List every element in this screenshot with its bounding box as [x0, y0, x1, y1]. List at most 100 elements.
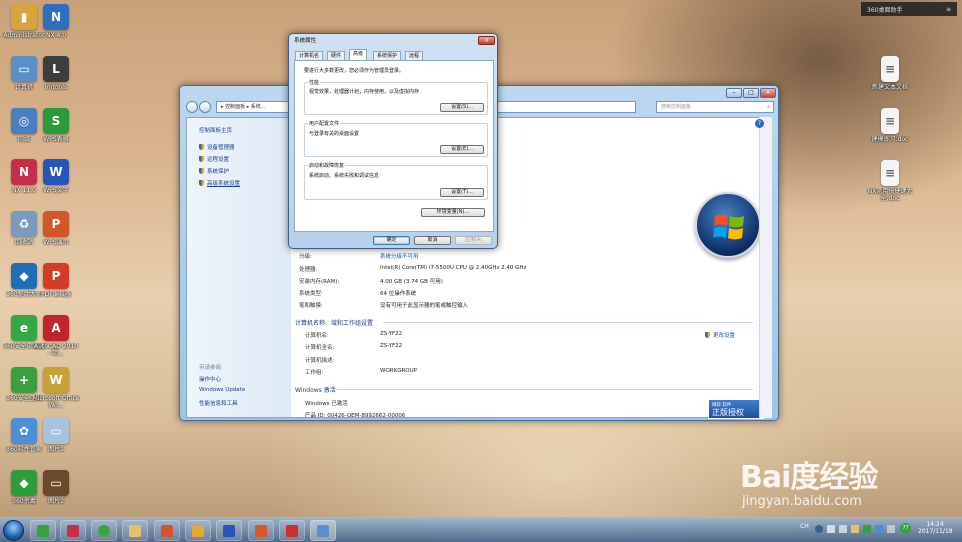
desktop-icon-pdf[interactable]: P PDF编辑器	[32, 263, 80, 298]
sidebar-item-device-manager[interactable]: 设备管理器	[199, 143, 235, 151]
clock[interactable]: 14:24 2017/11/18	[918, 521, 953, 535]
ok-button[interactable]: 确定	[373, 236, 410, 245]
sidebar: 控制面板主页 设备管理器 远程设置 系统保护 高级系统设置 另请参阅 操作中心 …	[187, 118, 291, 417]
activation-status: Windows 已激活	[305, 401, 348, 407]
startup-recovery-group: 启动和故障恢复 系统启动、系统失败和调试信息 设置(T)...	[304, 162, 488, 200]
image-icon: ▭	[43, 418, 69, 444]
taskbar-360-safe[interactable]	[30, 520, 56, 541]
taskbar-browser[interactable]	[91, 520, 117, 541]
performance-group: 性能 视觉效果，处理器计划，内存使用，以及虚拟内存 设置(S)...	[304, 79, 488, 115]
language-indicator[interactable]: CH	[800, 523, 809, 530]
desktop-icon-image1[interactable]: ▭ 图片1	[32, 418, 80, 453]
minimize-button[interactable]: –	[726, 88, 742, 98]
ram-key: 安装内存(RAM):	[299, 279, 340, 285]
desktop-icon-wps-sheet[interactable]: S WPS表格	[32, 108, 80, 143]
scrollbar[interactable]	[759, 117, 772, 418]
wps-spreadsheet-icon: S	[43, 108, 69, 134]
start-button[interactable]	[3, 520, 24, 541]
tab-advanced[interactable]: 高级	[349, 49, 368, 60]
genuine-badge[interactable]: 微软 软件 正版授权	[708, 399, 764, 419]
word-icon	[223, 524, 235, 537]
dialog-title: 系统属性	[294, 38, 317, 44]
taskbar-app-yellow[interactable]	[185, 520, 211, 541]
tray-badge[interactable]: 77	[900, 523, 911, 534]
taskbar-app-red[interactable]	[154, 520, 180, 541]
workgroup-key: 工作组:	[305, 370, 324, 376]
desktop-icon-wps-presentation[interactable]: P WPS演示	[32, 211, 80, 246]
cancel-button[interactable]: 取消	[414, 236, 451, 245]
environment-variables-button[interactable]: 环境变量(N)...	[421, 208, 485, 217]
apply-button[interactable]: 应用(A)	[455, 236, 492, 245]
desktop-icon-model-doc[interactable]: ≡ 建模练习.doc	[866, 108, 914, 143]
network-tray-icon[interactable]	[827, 525, 835, 533]
desktop-icon-office-word[interactable]: W Microsoft Office Wo...	[32, 367, 80, 409]
tab-remote[interactable]: 远程	[405, 51, 424, 60]
tray-flag-icon[interactable]	[887, 525, 895, 533]
desktop-icon-new-text[interactable]: ≡ 新建文本文档	[866, 56, 914, 91]
startup-recovery-title: 启动和故障恢复	[308, 162, 346, 169]
taskbar-control-panel[interactable]	[310, 520, 336, 541]
desktop-icon-nx4[interactable]: N NX 4.0	[32, 4, 80, 39]
volume-icon[interactable]	[839, 525, 847, 533]
taskbar-word[interactable]	[216, 520, 242, 541]
tab-system-protection[interactable]: 系统保护	[373, 51, 402, 60]
see-also-performance[interactable]: 性能信息和工具	[199, 399, 238, 407]
sidebar-item-remote[interactable]: 远程设置	[199, 155, 229, 163]
desktop-icon-image2[interactable]: ▭ 图片2	[32, 470, 80, 505]
see-also-action-center[interactable]: 操作中心	[199, 375, 221, 383]
tray-app-icon[interactable]	[875, 525, 883, 533]
tray-app-icon[interactable]	[851, 525, 859, 533]
change-settings-link[interactable]: 更改设置	[705, 331, 735, 339]
menu-icon[interactable]: ≡	[946, 6, 951, 13]
keyboard-icon[interactable]	[815, 525, 823, 533]
taskbar-pdf[interactable]	[279, 520, 305, 541]
image-icon: ▭	[43, 470, 69, 496]
startup-recovery-settings-button[interactable]: 设置(T)...	[440, 188, 484, 197]
computer-name-value: ZS-YF22	[380, 331, 403, 337]
product-id: 产品 ID: 00426-OEM-8992662-00006	[305, 413, 406, 419]
tab-hardware[interactable]: 硬件	[327, 51, 346, 60]
computer-section-header: 计算机名称、域和工作组设置	[295, 320, 374, 327]
help-icon[interactable]: ?	[755, 119, 764, 128]
desktop-assistant-widget[interactable]: 360桌面助手 ≡	[861, 2, 957, 16]
user-profiles-settings-button[interactable]: 设置(E)...	[440, 145, 484, 154]
image-viewer-icon	[192, 524, 204, 537]
user-profiles-title: 用户配置文件	[308, 120, 341, 127]
see-also-windows-update[interactable]: Windows Update	[199, 387, 245, 393]
tray-360-icon[interactable]	[863, 525, 871, 533]
forward-button[interactable]	[199, 101, 211, 113]
rating-link[interactable]: 系统分级不可用	[380, 252, 419, 260]
taskbar-nx[interactable]	[60, 520, 86, 541]
performance-desc: 视觉效果，处理器计划，内存使用，以及虚拟内存	[309, 89, 420, 95]
desktop-icon-wps-writer[interactable]: W WPS文字	[32, 159, 80, 194]
performance-settings-button[interactable]: 设置(S)...	[440, 103, 484, 112]
shield-plus-icon	[37, 524, 49, 537]
divider	[383, 322, 753, 323]
desktop-icon-lmtools[interactable]: L lmtools	[32, 56, 80, 91]
taskbar-wps-presentation[interactable]	[248, 520, 274, 541]
desktop-icon-nx-shortcuts[interactable]: ≡ NX常用快捷键大全.doc	[866, 160, 914, 202]
maximize-button[interactable]: □	[743, 88, 759, 98]
close-button[interactable]: ×	[760, 88, 776, 98]
tab-computer-name[interactable]: 计算机名	[295, 51, 324, 60]
shield-icon	[199, 180, 204, 186]
dialog-close-button[interactable]: ×	[478, 36, 495, 45]
sidebar-home-link[interactable]: 控制面板主页	[199, 126, 232, 134]
clock-date: 2017/11/18	[918, 528, 953, 535]
cpu-value: Intel(R) Core(TM) i7-5500U CPU @ 2.40GHz…	[380, 265, 527, 271]
search-input[interactable]: 搜索控制面板 ⌕	[656, 101, 774, 113]
sidebar-item-advanced[interactable]: 高级系统设置	[199, 179, 240, 187]
system-properties-dialog: 系统属性 × 计算机名 硬件 高级 系统保护 远程 要进行大多数更改，您必须作为…	[288, 33, 498, 249]
taskbar-explorer[interactable]	[122, 520, 148, 541]
sidebar-item-protection[interactable]: 系统保护	[199, 167, 229, 175]
full-name-value: ZS-YF22	[380, 343, 403, 349]
windows-flag-icon	[713, 214, 744, 240]
pdf-icon	[286, 524, 298, 537]
desktop-icon-autocad[interactable]: A AutoCAD 2010 - 简...	[32, 315, 80, 357]
nx-icon: N	[43, 4, 69, 30]
wps-presentation-icon	[255, 524, 267, 537]
admin-note: 要进行大多数更改，您必须作为管理员登录。	[304, 68, 405, 74]
back-button[interactable]	[186, 101, 198, 113]
document-icon: W	[43, 367, 69, 393]
computer-icon	[317, 524, 329, 537]
